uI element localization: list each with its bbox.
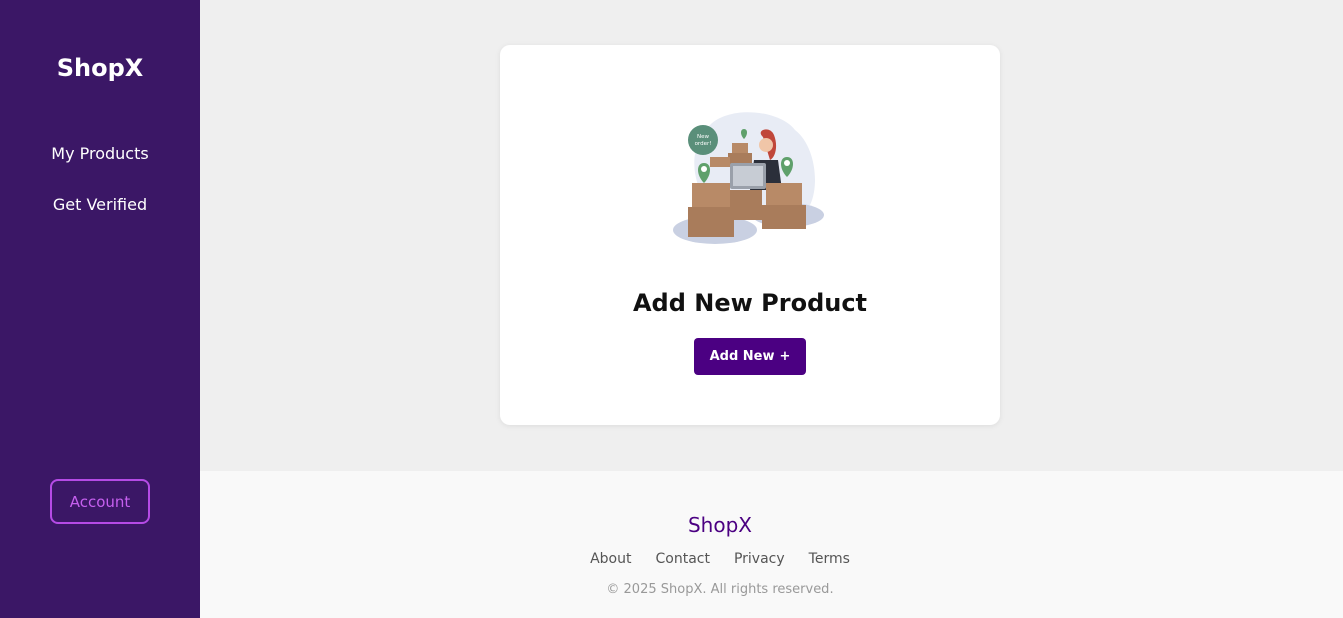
sidebar-item-get-verified[interactable]: Get Verified [0, 195, 200, 214]
sidebar-brand: ShopX [56, 54, 144, 82]
card-title: Add New Product [632, 289, 868, 317]
footer-link-about[interactable]: About [590, 551, 631, 567]
footer-brand: ShopX [687, 513, 752, 537]
main-content: New order! Add New Product Add New + [200, 0, 1343, 471]
account-button[interactable]: Account [50, 479, 150, 524]
footer: ShopX About Contact Privacy Terms © 2025… [200, 471, 1343, 618]
plus-icon: + [779, 349, 791, 364]
svg-text:New: New [697, 134, 709, 140]
add-new-button[interactable]: Add New + [694, 338, 806, 375]
new-order-illustration: New order! [673, 112, 824, 244]
footer-link-privacy[interactable]: Privacy [734, 551, 785, 567]
copyright-text: © 2025 ShopX. All rights reserved. [606, 582, 834, 597]
footer-link-terms[interactable]: Terms [809, 551, 850, 567]
sidebar-item-my-products[interactable]: My Products [0, 144, 200, 163]
sidebar: ShopX My Products Get Verified Account [0, 0, 200, 618]
footer-links: About Contact Privacy Terms [200, 551, 1240, 567]
svg-text:order!: order! [695, 141, 712, 147]
footer-link-contact[interactable]: Contact [656, 551, 710, 567]
add-product-card: New order! Add New Product Add New + [500, 45, 1000, 425]
add-new-label: Add New [709, 349, 775, 364]
